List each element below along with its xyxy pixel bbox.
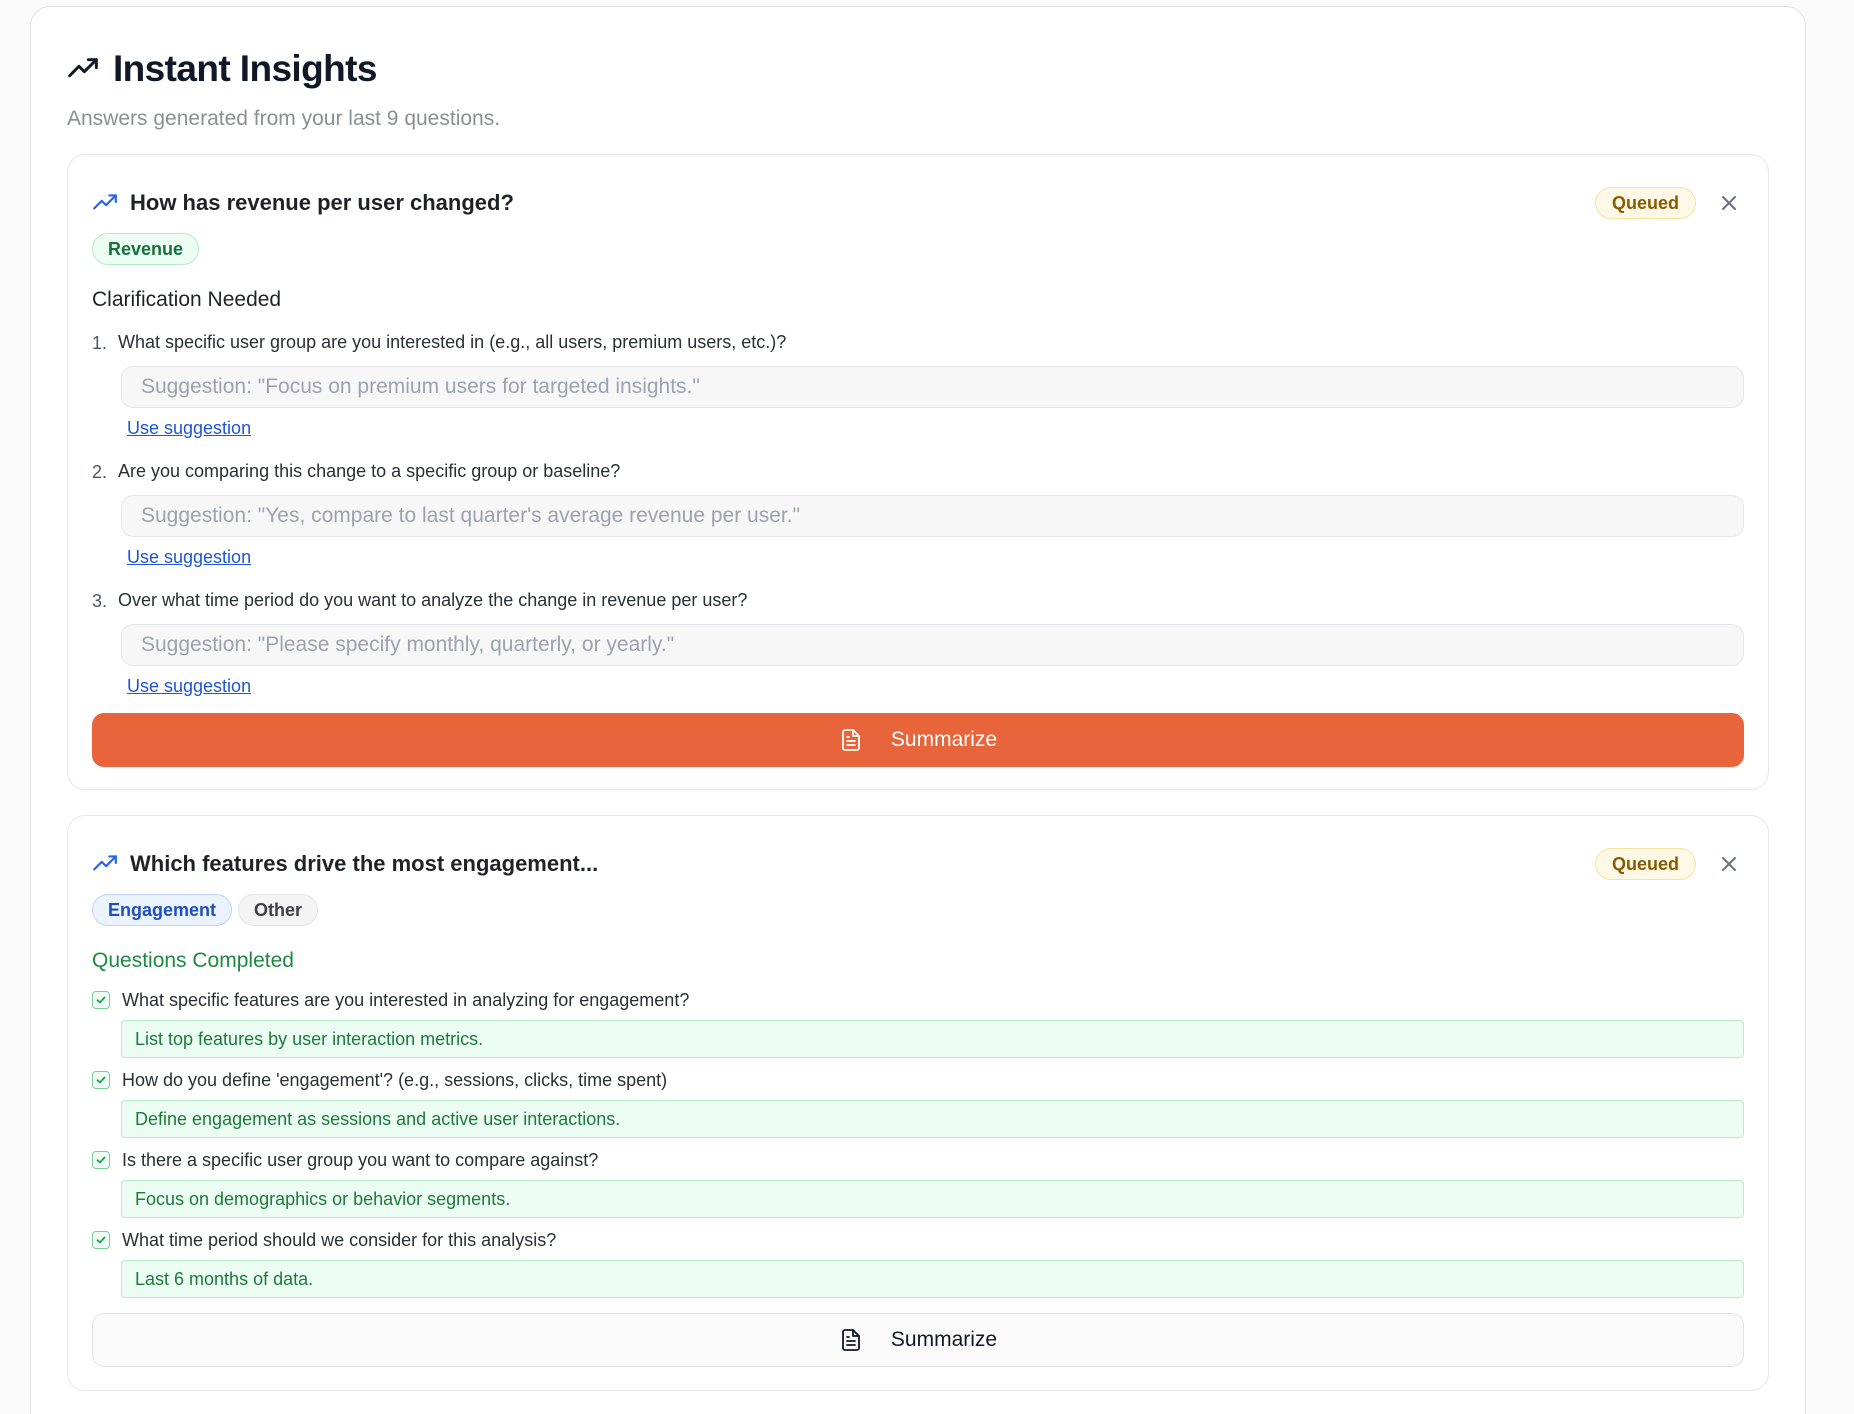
clarification-question: 1. What specific user group are you inte… xyxy=(92,329,1744,438)
use-suggestion-link[interactable]: Use suggestion xyxy=(127,676,251,697)
question-text: How do you define 'engagement'? (e.g., s… xyxy=(122,1069,668,1090)
use-suggestion-link[interactable]: Use suggestion xyxy=(127,418,251,439)
question-text: Are you comparing this change to a speci… xyxy=(118,461,621,481)
summarize-label: Summarize xyxy=(890,1328,998,1351)
tag-list: Revenue xyxy=(92,233,200,265)
answer-input[interactable]: Suggestion: "Please specify monthly, qua… xyxy=(121,624,1744,666)
panel-title-row: Instant Insights xyxy=(67,41,1769,97)
question-row: 3. Over what time period do you want to … xyxy=(92,587,1744,613)
page-title: Instant Insights xyxy=(113,48,377,89)
answer-input[interactable]: Suggestion: "Yes, compare to last quarte… xyxy=(121,495,1744,537)
question-text: Is there a specific user group you want … xyxy=(122,1149,599,1170)
panel-header: Instant Insights Answers generated from … xyxy=(67,41,1769,131)
clarification-question: 2. Are you comparing this change to a sp… xyxy=(92,458,1744,567)
completed-question-row: Is there a specific user group you want … xyxy=(92,1147,1744,1173)
card-header: Which features drive the most engagement… xyxy=(92,846,1744,882)
close-button[interactable] xyxy=(1714,849,1744,879)
question-number: 1. xyxy=(92,333,108,353)
tag-engagement[interactable]: Engagement xyxy=(92,894,233,926)
checkbox[interactable] xyxy=(92,991,110,1009)
answer-input[interactable]: Suggestion: "Focus on premium users for … xyxy=(121,366,1744,408)
check-icon xyxy=(96,1236,106,1244)
completed-question: What specific features are you intereste… xyxy=(92,987,1744,1058)
insight-card-revenue: How has revenue per user changed? Queued… xyxy=(67,154,1769,790)
completed-question: What time period should we consider for … xyxy=(92,1227,1744,1298)
check-icon xyxy=(96,1076,106,1084)
answer-box: Define engagement as sessions and active… xyxy=(121,1100,1744,1138)
summarize-button[interactable]: Summarize xyxy=(92,713,1744,767)
question-row: 2. Are you comparing this change to a sp… xyxy=(92,458,1744,484)
trending-up-icon xyxy=(93,194,117,210)
card-header-actions: Queued xyxy=(1594,848,1744,880)
question-row: 1. What specific user group are you inte… xyxy=(92,329,1744,355)
question-text: What time period should we consider for … xyxy=(122,1229,557,1250)
status-badge: Queued xyxy=(1594,848,1696,880)
card-title: Which features drive the most engagement… xyxy=(130,851,599,876)
tag-list: Engagement Other xyxy=(92,894,319,926)
tag-revenue[interactable]: Revenue xyxy=(92,233,200,265)
status-badge: Queued xyxy=(1594,187,1696,219)
card-header-actions: Queued xyxy=(1594,187,1744,219)
document-icon xyxy=(841,729,860,751)
card-inner: How has revenue per user changed? Queued… xyxy=(92,155,1744,789)
question-number: 3. xyxy=(92,591,108,611)
question-text: Over what time period do you want to ana… xyxy=(118,590,748,610)
checkbox[interactable] xyxy=(92,1231,110,1249)
question-text: What specific user group are you interes… xyxy=(118,332,787,352)
document-icon xyxy=(841,1329,860,1351)
answer-box: List top features by user interaction me… xyxy=(121,1020,1744,1058)
completed-question-row: How do you define 'engagement'? (e.g., s… xyxy=(92,1067,1744,1093)
completed-question-row: What specific features are you intereste… xyxy=(92,987,1744,1013)
close-icon xyxy=(1722,196,1736,210)
check-icon xyxy=(96,1156,106,1164)
card-title: How has revenue per user changed? xyxy=(130,190,514,215)
checkbox[interactable] xyxy=(92,1071,110,1089)
insight-card-engagement: Which features drive the most engagement… xyxy=(67,815,1769,1391)
use-suggestion-link[interactable]: Use suggestion xyxy=(127,547,251,568)
section-title-completed: Questions Completed xyxy=(92,949,294,972)
trending-up-icon xyxy=(93,855,117,871)
summarize-button[interactable]: Summarize xyxy=(92,1313,1744,1367)
tag-other[interactable]: Other xyxy=(238,894,319,926)
check-icon xyxy=(96,996,106,1004)
section-title-clarification: Clarification Needed xyxy=(92,288,282,311)
completed-question-row: What time period should we consider for … xyxy=(92,1227,1744,1253)
card-header: How has revenue per user changed? Queued xyxy=(92,185,1744,221)
checkbox[interactable] xyxy=(92,1151,110,1169)
summarize-label: Summarize xyxy=(890,728,998,751)
question-text: What specific features are you intereste… xyxy=(122,989,690,1010)
answer-box: Last 6 months of data. xyxy=(121,1260,1744,1298)
close-icon xyxy=(1722,857,1736,871)
answer-box: Focus on demographics or behavior segmen… xyxy=(121,1180,1744,1218)
question-number: 2. xyxy=(92,462,108,482)
page-subtitle: Answers generated from your last 9 quest… xyxy=(67,107,501,130)
completed-question: How do you define 'engagement'? (e.g., s… xyxy=(92,1067,1744,1138)
completed-question: Is there a specific user group you want … xyxy=(92,1147,1744,1218)
close-button[interactable] xyxy=(1714,188,1744,218)
card-inner: Which features drive the most engagement… xyxy=(92,816,1744,1390)
trending-up-icon xyxy=(68,58,98,78)
clarification-question: 3. Over what time period do you want to … xyxy=(92,587,1744,696)
